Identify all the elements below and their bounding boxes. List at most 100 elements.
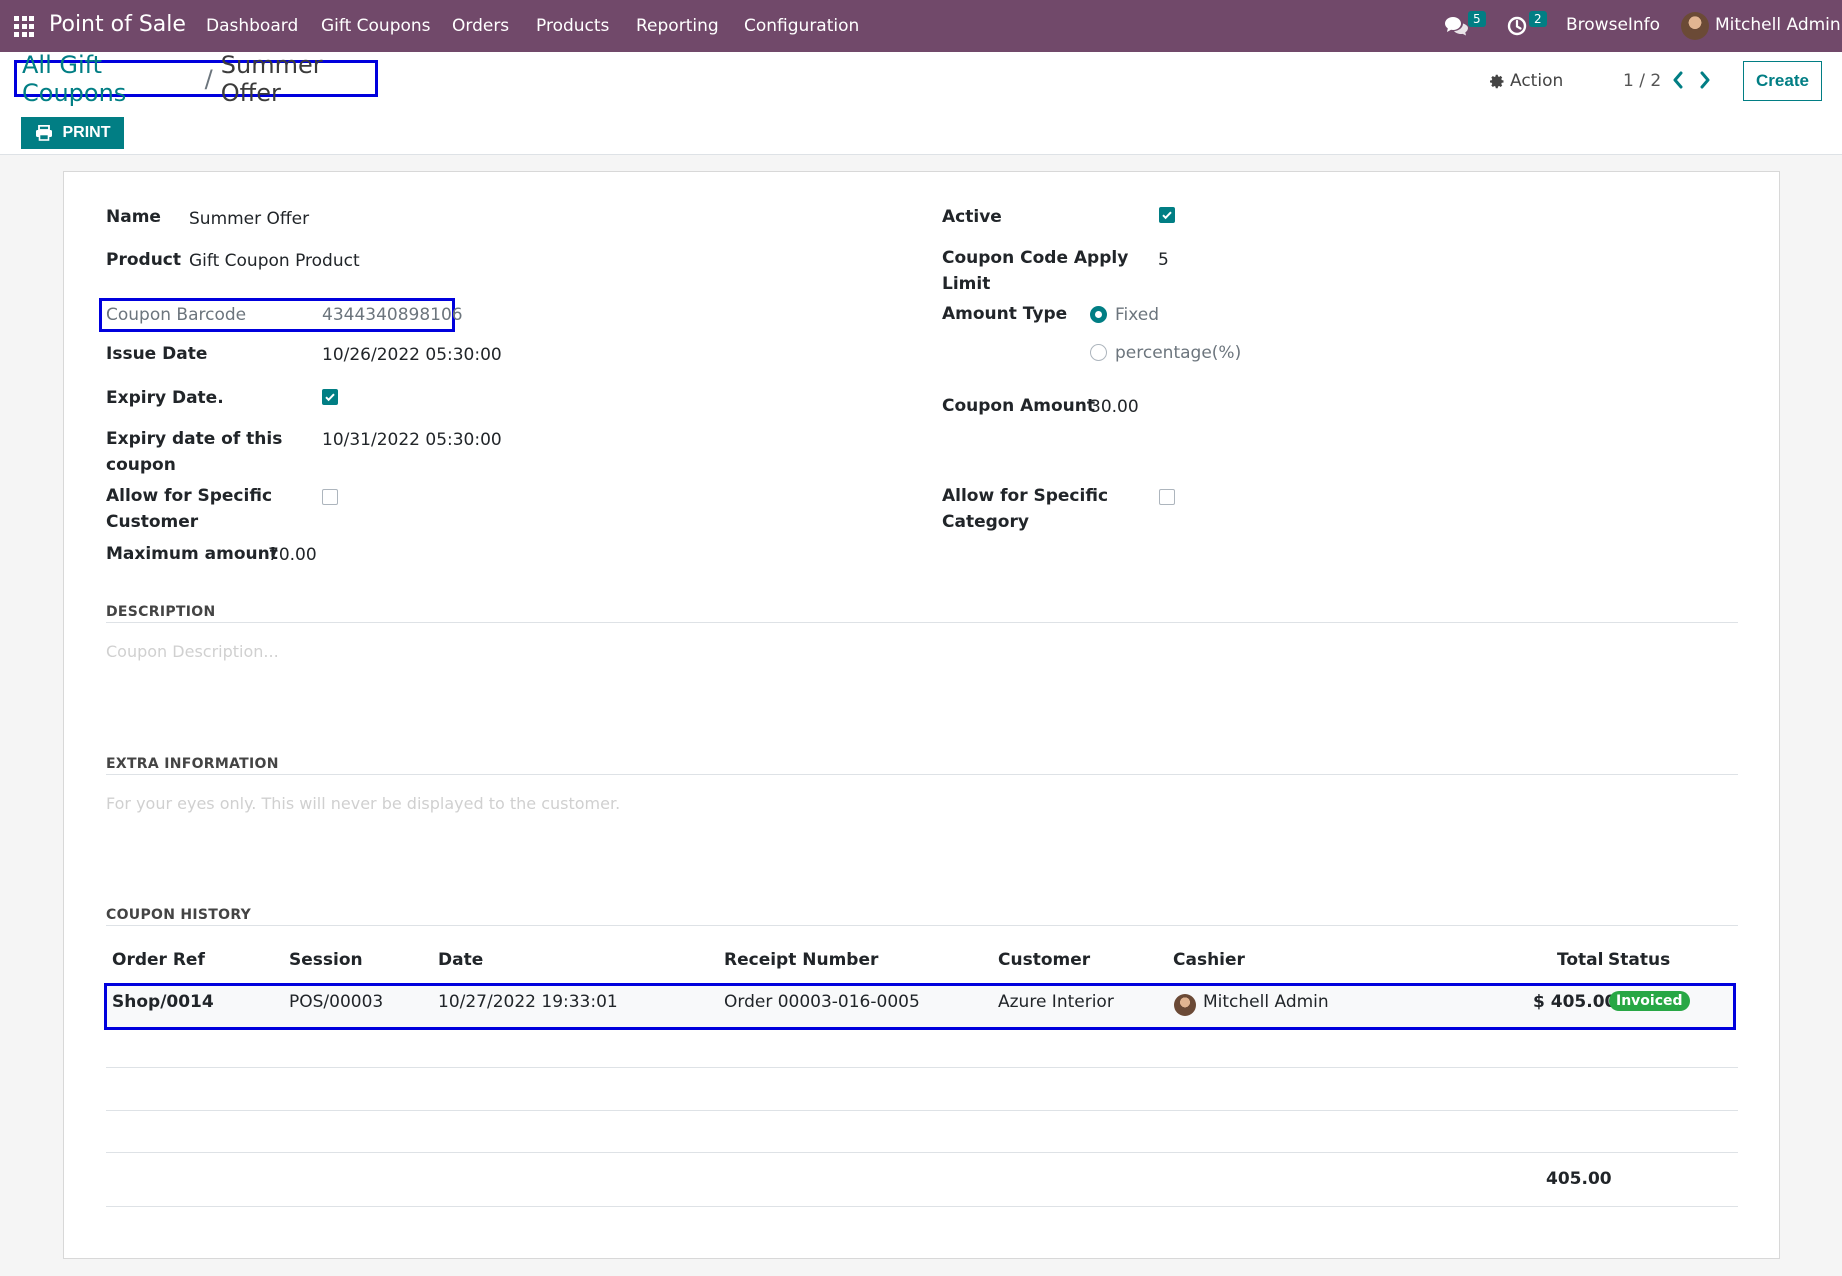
row-total: $ 405.00 (1533, 992, 1617, 1012)
coupon-barcode-field[interactable]: 4344340898106 (322, 302, 463, 328)
allow-customer-label-line2: Customer (106, 512, 199, 532)
column-header-status[interactable]: Status (1608, 950, 1670, 970)
column-header-order-ref[interactable]: Order Ref (112, 950, 205, 970)
menu-reporting[interactable]: Reporting (636, 16, 719, 36)
allow-category-checkbox[interactable] (1159, 489, 1175, 505)
activities-button[interactable] (1507, 16, 1527, 36)
max-amount-label: Maximum amount (106, 544, 278, 564)
name-field[interactable]: Summer Offer (189, 206, 309, 232)
cashier-avatar (1174, 994, 1196, 1016)
expiry-coupon-label-line1: Expiry date of this (106, 429, 283, 449)
amount-type-label: Amount Type (942, 304, 1068, 324)
messages-button[interactable] (1444, 16, 1468, 36)
apps-menu-icon[interactable] (14, 16, 36, 38)
active-checkbox[interactable] (1159, 207, 1175, 223)
menu-products[interactable]: Products (536, 16, 609, 36)
column-header-receipt-number[interactable]: Receipt Number (724, 950, 878, 970)
issue-date-field[interactable]: 10/26/2022 05:30:00 (322, 342, 502, 368)
user-menu[interactable]: Mitchell Admin (1715, 15, 1841, 35)
company-switcher[interactable]: BrowseInfo (1566, 15, 1660, 35)
print-button[interactable]: PRINT (21, 117, 124, 149)
product-label: Product (106, 250, 181, 270)
breadcrumb-separator: / (204, 64, 213, 93)
form-sheet: Name Summer Offer Product Gift Coupon Pr… (63, 171, 1780, 1259)
status-badge: Invoiced (1609, 991, 1690, 1011)
max-amount-field[interactable]: 70.00 (268, 542, 317, 568)
create-button[interactable]: Create (1743, 61, 1822, 101)
check-icon (325, 393, 335, 402)
menu-configuration[interactable]: Configuration (744, 16, 859, 36)
pager-next-button[interactable] (1699, 71, 1711, 89)
coupon-barcode-label: Coupon Barcode (106, 305, 247, 325)
activities-count-badge: 2 (1529, 11, 1547, 27)
name-label: Name (106, 207, 161, 227)
breadcrumb: All Gift Coupons / Summer Offer (14, 51, 378, 107)
product-field[interactable]: Gift Coupon Product (189, 248, 360, 274)
action-label: Action (1510, 71, 1564, 91)
row-date: 10/27/2022 19:33:01 (438, 992, 618, 1012)
expiry-date-checkbox[interactable] (322, 389, 338, 405)
allow-customer-label-line1: Allow for Specific (106, 486, 273, 506)
app-brand[interactable]: Point of Sale (49, 12, 186, 37)
expiry-date-label: Expiry Date. (106, 388, 224, 408)
column-header-date[interactable]: Date (438, 950, 483, 970)
row-session: POS/00003 (289, 992, 384, 1012)
menu-dashboard[interactable]: Dashboard (206, 16, 298, 36)
coupon-amount-label: Coupon Amount (942, 396, 1096, 416)
extra-info-divider (106, 774, 1738, 775)
amount-type-fixed-label[interactable]: Fixed (1115, 302, 1159, 328)
clock-icon (1507, 16, 1527, 36)
amount-type-percentage-radio[interactable] (1090, 344, 1107, 361)
apply-limit-label-line2: Limit (942, 274, 991, 294)
column-header-total[interactable]: Total (1557, 950, 1603, 970)
pager-previous-button[interactable] (1672, 71, 1684, 89)
column-header-customer[interactable]: Customer (998, 950, 1090, 970)
check-icon (1162, 211, 1172, 220)
messages-count-badge: 5 (1468, 11, 1486, 27)
coupon-history-title: COUPON HISTORY (106, 907, 252, 923)
issue-date-label: Issue Date (106, 344, 208, 364)
expiry-coupon-label-line2: coupon (106, 455, 176, 475)
row-receipt-number: Order 00003-016-0005 (724, 992, 920, 1012)
row-cashier: Mitchell Admin (1203, 992, 1329, 1012)
chevron-left-icon (1673, 71, 1683, 89)
print-label: PRINT (62, 124, 111, 141)
footer-divider (106, 1206, 1738, 1207)
empty-row-divider (106, 1110, 1738, 1111)
chat-icon (1445, 17, 1468, 36)
empty-row-divider (106, 1067, 1738, 1068)
extra-info-field[interactable]: For your eyes only. This will never be d… (106, 794, 620, 813)
chevron-right-icon (1700, 71, 1710, 89)
printer-icon (35, 125, 52, 141)
empty-row-divider (106, 1152, 1738, 1153)
description-field[interactable]: Coupon Description... (106, 642, 279, 661)
pager-value[interactable]: 1 / 2 (1623, 71, 1661, 91)
extra-info-title: EXTRA INFORMATION (106, 756, 279, 772)
row-order-ref: Shop/0014 (112, 992, 214, 1012)
amount-type-fixed-radio[interactable] (1090, 306, 1107, 323)
amount-type-percentage-label[interactable]: percentage(%) (1115, 340, 1241, 366)
coupon-history-divider (106, 925, 1738, 926)
apply-limit-label-line1: Coupon Code Apply (942, 248, 1129, 268)
column-header-session[interactable]: Session (289, 950, 363, 970)
coupon-amount-field[interactable]: 30.00 (1090, 394, 1139, 420)
allow-customer-checkbox[interactable] (322, 489, 338, 505)
menu-orders[interactable]: Orders (452, 16, 509, 36)
description-divider (106, 622, 1738, 623)
breadcrumb-parent-link[interactable]: All Gift Coupons (22, 51, 197, 107)
gear-icon (1490, 74, 1504, 88)
user-avatar[interactable] (1681, 12, 1709, 40)
column-header-cashier[interactable]: Cashier (1173, 950, 1245, 970)
active-label: Active (942, 207, 1002, 227)
allow-category-label-line1: Allow for Specific (942, 486, 1109, 506)
history-grand-total: 405.00 (1546, 1169, 1612, 1189)
top-navbar: Point of Sale Dashboard Gift Coupons Ord… (0, 0, 1842, 52)
breadcrumb-current: Summer Offer (220, 50, 323, 107)
action-menu-button[interactable]: Action (1490, 71, 1563, 91)
expiry-coupon-field[interactable]: 10/31/2022 05:30:00 (322, 427, 502, 453)
menu-gift-coupons[interactable]: Gift Coupons (321, 16, 431, 36)
description-title: DESCRIPTION (106, 604, 216, 620)
apply-limit-field[interactable]: 5 (1158, 247, 1169, 273)
control-panel: All Gift Coupons / Summer Offer Action 1… (0, 51, 1842, 155)
allow-category-label-line2: Category (942, 512, 1029, 532)
